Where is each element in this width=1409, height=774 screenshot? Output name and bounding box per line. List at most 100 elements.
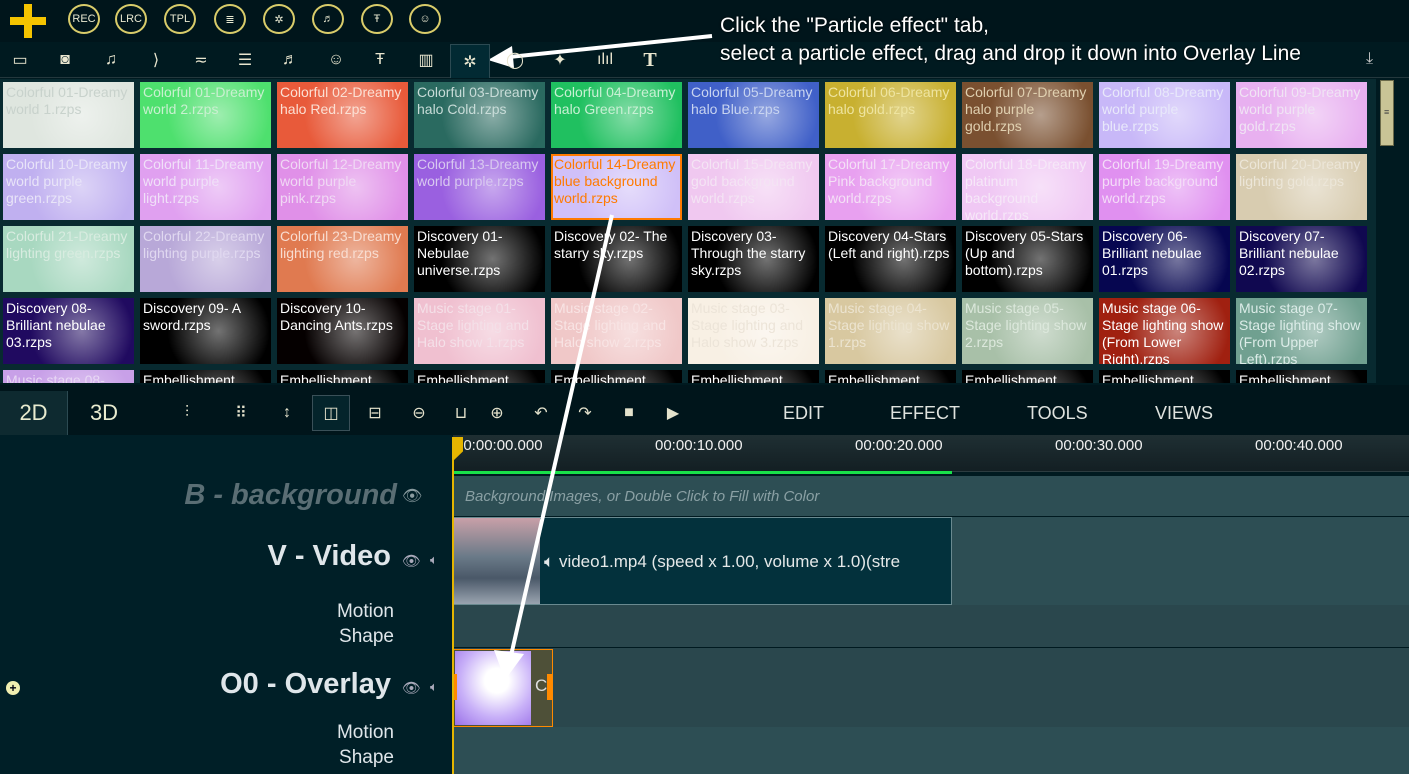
particle-effect-tile[interactable]: Colorful 11-Dreamy world purple light.rz…	[140, 154, 271, 220]
particle-effect-tile[interactable]: Colorful 06-Dreamy halo gold.rzps	[825, 82, 956, 148]
video-motion-shape-track[interactable]	[453, 605, 1409, 647]
particle-effect-tile[interactable]: Colorful 12-Dreamy world purple pink.rzp…	[277, 154, 408, 220]
overlay-motion-shape-track[interactable]	[453, 727, 1409, 774]
shape-tab[interactable]: ◯	[500, 44, 530, 76]
timeline-tool-button[interactable]: ⊟	[360, 398, 390, 428]
grid-scrollbar[interactable]: ≡	[1380, 80, 1394, 146]
toolbar-circle-button[interactable]: ☺	[409, 4, 441, 34]
particle-effect-tile[interactable]: Discovery 08-Brilliant nebulae 03.rzps	[3, 298, 134, 364]
particle-effect-tile[interactable]: Discovery 07-Brilliant nebulae 02.rzps	[1236, 226, 1367, 292]
text-effect-tab[interactable]: Ŧ	[365, 44, 395, 76]
particle-effect-tile[interactable]: Colorful 10-Dreamy world purple green.rz…	[3, 154, 134, 220]
particle-effect-tile[interactable]: Embellishment	[962, 370, 1093, 383]
tab-3d[interactable]: 3D	[70, 391, 138, 435]
toolbar-circle-button[interactable]: ✲	[263, 4, 295, 34]
particle-effect-tile[interactable]: Colorful 13-Dreamy world purple.rzps	[414, 154, 545, 220]
particle-effect-tile[interactable]: Colorful 01-Dreamy world 2.rzps	[140, 82, 271, 148]
background-track[interactable]: Background Images, or Double Click to Fi…	[453, 476, 1409, 516]
toolbar-circle-button[interactable]: Ŧ	[361, 4, 393, 34]
sticker-tab[interactable]: ✦	[545, 44, 575, 76]
emoji-tab[interactable]: ☺	[321, 44, 351, 76]
layout-tab[interactable]: ▭	[5, 44, 35, 76]
overlay-clip[interactable]: C	[453, 649, 553, 727]
toolbar-circle-button[interactable]: REC	[68, 4, 100, 34]
particle-effect-tile[interactable]: Colorful 20-Dreamy lighting gold.rzps	[1236, 154, 1367, 220]
timeline-tool-button[interactable]: ⊔	[446, 398, 476, 428]
playlist-tab[interactable]: ≂	[186, 44, 216, 76]
particle-effect-tile[interactable]: Colorful 04-Dreamy halo Green.rzps	[551, 82, 682, 148]
timeline-tool-button[interactable]: ■	[614, 398, 644, 428]
particle-effect-tile[interactable]: Colorful 08-Dreamy world purple blue.rzp…	[1099, 82, 1230, 148]
timeline-tool-button[interactable]: ↕	[272, 398, 302, 428]
particle-effect-tile[interactable]: Colorful 17-Dreamy Pink background world…	[825, 154, 956, 220]
particle-effect-tile[interactable]: Embellishment	[1099, 370, 1230, 383]
particle-effect-tile[interactable]: Colorful 19-Dreamy purple background wor…	[1099, 154, 1230, 220]
particle-effect-tile[interactable]: Music stage 04-Stage lighting show 1.rzp…	[825, 298, 956, 364]
toolbar-circle-button[interactable]: ♬	[312, 4, 344, 34]
timeline-tool-button[interactable]: ⠿	[226, 398, 256, 428]
particle-effect-tile[interactable]: Embellishment	[551, 370, 682, 383]
speaker-icon[interactable]: 🔈︎	[430, 679, 438, 695]
particle-effect-tile[interactable]: Discovery 10-Dancing Ants.rzps	[277, 298, 408, 364]
tab-2d[interactable]: 2D	[0, 391, 68, 435]
eye-icon[interactable]: 👁︎	[402, 679, 421, 697]
timeline-tool-button[interactable]: ⊕	[482, 398, 512, 428]
particle-effect-tile[interactable]: Discovery 02- The starry sky.rzps	[551, 226, 682, 292]
particle-effect-tile[interactable]: Colorful 23-Dreamy lighting red.rzps	[277, 226, 408, 292]
particle-effect-tab[interactable]: ✲	[450, 44, 490, 78]
overlay-track[interactable]	[453, 648, 1409, 727]
particle-effect-tile[interactable]: Music stage 08-	[3, 370, 134, 383]
timeline-tool-button[interactable]: ↷	[570, 398, 600, 428]
particle-effect-tile[interactable]: Colorful 15-Dreamy gold background world…	[688, 154, 819, 220]
clip-right-handle[interactable]	[547, 674, 552, 700]
particle-effect-tile[interactable]: Music stage 01-Stage lighting and Halo s…	[414, 298, 545, 364]
timeline-ruler[interactable]: 00:00:00.000 00:00:10.000 00:00:20.000 00:0…	[453, 435, 1409, 472]
particle-effect-tile[interactable]: Colorful 07-Dreamy halo purple gold.rzps	[962, 82, 1093, 148]
timeline-tool-button[interactable]: ⫶	[172, 398, 202, 428]
text-tab[interactable]: T	[635, 44, 665, 76]
timeline-tool-button[interactable]: ⊖	[404, 398, 434, 428]
music-tab[interactable]: ♫	[96, 44, 126, 76]
particle-effect-tile[interactable]: Discovery 06-Brilliant nebulae 01.rzps	[1099, 226, 1230, 292]
particle-effect-tile[interactable]: Colorful 18-Dreamy platinum background w…	[962, 154, 1093, 220]
menu-views[interactable]: VIEWS	[1155, 403, 1213, 424]
particle-effect-tile[interactable]: Music stage 05-Stage lighting show 2.rzp…	[962, 298, 1093, 364]
particle-effect-tile[interactable]: Music stage 06-Stage lighting show (From…	[1099, 298, 1230, 364]
add-track-icon[interactable]: +	[6, 681, 20, 695]
add-button[interactable]	[10, 4, 46, 38]
particle-effect-tile[interactable]: Colorful 03-Dreamy halo Cold.rzps	[414, 82, 545, 148]
particle-effect-tile[interactable]: Music stage 02-Stage lighting and Halo s…	[551, 298, 682, 364]
eye-icon[interactable]: 👁︎	[402, 486, 422, 506]
particle-effect-tile[interactable]: Discovery 09- A sword.rzps	[140, 298, 271, 364]
particle-effect-tile[interactable]: Embellishment	[277, 370, 408, 383]
toolbar-circle-button[interactable]: LRC	[115, 4, 147, 34]
video-clip[interactable]: 🔈︎ video1.mp4 (speed x 1.00, volume x 1.…	[453, 517, 952, 605]
particle-effect-tile[interactable]: Embellishment	[414, 370, 545, 383]
particle-effect-tile[interactable]: Colorful 01-Dreamy world 1.rzps	[3, 82, 134, 148]
particle-effect-tile[interactable]: Music stage 07-Stage lighting show (From…	[1236, 298, 1367, 364]
timeline-tool-button[interactable]: ◫	[312, 395, 350, 431]
score-tab[interactable]: ♬	[275, 44, 305, 76]
particle-effect-tile[interactable]: Colorful 22-Dreamy lighting purple.rzps	[140, 226, 271, 292]
list-tab[interactable]: ☰	[230, 44, 260, 76]
eye-icon[interactable]: 👁︎	[402, 552, 421, 570]
audio-tab[interactable]: ılıl	[590, 44, 620, 76]
particle-effect-tile[interactable]: Colorful 05-Dreamy halo Blue.rzps	[688, 82, 819, 148]
download-icon[interactable]: ⤓	[1366, 50, 1373, 68]
particle-effect-tile[interactable]: Embellishment	[825, 370, 956, 383]
particle-effect-tile[interactable]: Colorful 02-Dreamy halo Red.rzps	[277, 82, 408, 148]
toolbar-circle-button[interactable]: TPL	[164, 4, 196, 34]
speaker-icon[interactable]: 🔈︎	[430, 552, 438, 568]
camera-tab[interactable]: ◙	[50, 44, 80, 76]
particle-effect-tile[interactable]: Colorful 14-Dreamy blue background world…	[551, 154, 682, 220]
particle-effect-tile[interactable]: Discovery 01-Nebulae universe.rzps	[414, 226, 545, 292]
particle-effect-tile[interactable]: Embellishment	[688, 370, 819, 383]
particle-effect-tile[interactable]: Embellishment	[1236, 370, 1367, 383]
particle-effect-tile[interactable]: Discovery 04-Stars (Left and right).rzps	[825, 226, 956, 292]
toolbar-circle-button[interactable]: ≣	[214, 4, 246, 34]
particle-effect-tile[interactable]: Colorful 21-Dreamy lighting green.rzps	[3, 226, 134, 292]
menu-tools[interactable]: TOOLS	[1027, 403, 1088, 424]
particle-effect-tile[interactable]: Discovery 03-Through the starry sky.rzps	[688, 226, 819, 292]
particle-effect-tile[interactable]: Music stage 03-Stage lighting and Halo s…	[688, 298, 819, 364]
particle-effect-tile[interactable]: Discovery 05-Stars (Up and bottom).rzps	[962, 226, 1093, 292]
